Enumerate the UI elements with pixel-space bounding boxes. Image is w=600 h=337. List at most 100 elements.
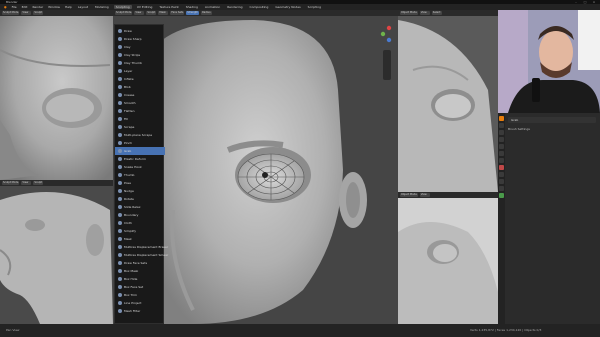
- brush-dropdown-menu[interactable]: Draw Draw Sharp Clay Clay Strips Clay Thumb L…: [114, 24, 168, 324]
- brush-icon: [118, 213, 122, 217]
- tab-shading[interactable]: Shading: [184, 5, 200, 9]
- brush-menu-item-layer[interactable]: Layer: [115, 67, 165, 75]
- brush-menu-item-crease[interactable]: Crease: [115, 91, 165, 99]
- brush-menu-item-label: Line Project: [124, 301, 142, 305]
- brush-icon: [118, 93, 122, 97]
- brush-menu-item-label: Inflate: [124, 77, 134, 81]
- brush-icon: [118, 261, 122, 265]
- brush-menu-item-line-project[interactable]: Line Project: [115, 299, 165, 307]
- tab-scripting[interactable]: Scripting: [306, 5, 323, 9]
- brush-menu-item-label: Flatten: [124, 109, 135, 113]
- brush-menu-item-draw-face-sets[interactable]: Draw Face Sets: [115, 259, 165, 267]
- brush-menu-item-scrape[interactable]: Scrape: [115, 123, 165, 131]
- brush-name-field[interactable]: Grab: [508, 117, 596, 123]
- brush-icon: [118, 125, 122, 129]
- brush-menu-item-thumb[interactable]: Thumb: [115, 171, 165, 179]
- modifier-tab-icon[interactable]: [499, 165, 504, 170]
- brush-menu-item-grab[interactable]: Grab: [115, 147, 165, 155]
- menu-help[interactable]: Help: [64, 5, 73, 9]
- brush-menu-item-multi-plane-scrape[interactable]: Multi-plane Scrape: [115, 131, 165, 139]
- tab-texture-paint[interactable]: Texture Paint: [157, 5, 180, 9]
- brush-menu-item-label: Grab: [124, 149, 132, 153]
- brush-menu-item-multires-displacement-smear[interactable]: Multires Displacement Smear: [115, 251, 168, 259]
- data-tab-icon[interactable]: [499, 193, 504, 198]
- brush-menu-item-draw-sharp[interactable]: Draw Sharp: [115, 35, 165, 43]
- brush-menu-item-rotate[interactable]: Rotate: [115, 195, 165, 203]
- tab-uv-editing[interactable]: UV Editing: [135, 5, 155, 9]
- brush-menu-item-pinch[interactable]: Pinch: [115, 139, 165, 147]
- brush-menu-item-fill[interactable]: Fill: [115, 115, 165, 123]
- brush-menu-item-box-trim[interactable]: Box Trim: [115, 291, 165, 299]
- viewport-right-bottom[interactable]: Object Mode View: [398, 192, 498, 324]
- microphone-icon: [532, 78, 540, 102]
- brush-menu-item-flatten[interactable]: Flatten: [115, 107, 165, 115]
- brush-icon: [118, 237, 122, 241]
- tab-modeling[interactable]: Modeling: [93, 5, 111, 9]
- brush-menu-item-clay-thumb[interactable]: Clay Thumb: [115, 59, 165, 67]
- blender-logo-icon[interactable]: ●: [3, 5, 8, 9]
- brush-icon: [118, 285, 122, 289]
- brush-menu-item-clay-strips[interactable]: Clay Strips: [115, 51, 165, 59]
- physics-tab-icon[interactable]: [499, 179, 504, 184]
- viewport-right-top[interactable]: Object Mode View Select: [398, 10, 498, 192]
- world-tab-icon[interactable]: [499, 151, 504, 156]
- brush-menu-item-label: Slide Relax: [124, 205, 141, 209]
- brush-menu-item-slide-relax[interactable]: Slide Relax: [115, 203, 165, 211]
- tab-rendering[interactable]: Rendering: [225, 5, 244, 9]
- tool-tab-icon[interactable]: [499, 116, 504, 121]
- properties-panel: Grab Brush Settings: [498, 113, 600, 324]
- output-tab-icon[interactable]: [499, 130, 504, 135]
- brush-menu-item-pose[interactable]: Pose: [115, 179, 165, 187]
- viewport-top-left[interactable]: Sculpt Mode View Sculpt: [0, 10, 113, 180]
- brush-menu-item-multires-displacement-eraser[interactable]: Multires Displacement Eraser: [115, 243, 168, 251]
- brush-icon: [118, 301, 122, 305]
- brush-icon: [118, 117, 122, 121]
- brush-icon: [118, 133, 122, 137]
- brush-menu-item-box-face-set[interactable]: Box Face Set: [115, 283, 165, 291]
- tab-animation[interactable]: Animation: [203, 5, 222, 9]
- brush-icon: [118, 293, 122, 297]
- brush-menu-item-blob[interactable]: Blob: [115, 83, 165, 91]
- brush-menu-item-nudge[interactable]: Nudge: [115, 187, 165, 195]
- menu-render[interactable]: Render: [31, 5, 44, 9]
- brush-icon: [118, 173, 122, 177]
- tab-compositing[interactable]: Compositing: [248, 5, 271, 9]
- brush-menu-item-label: Draw: [124, 29, 132, 33]
- object-tab-icon[interactable]: [499, 158, 504, 163]
- brush-cursor: [262, 172, 268, 178]
- constraints-tab-icon[interactable]: [499, 186, 504, 191]
- menu-edit[interactable]: Edit: [21, 5, 29, 9]
- brush-menu-item-label: Draw Sharp: [124, 37, 142, 41]
- brush-menu-item-boundary[interactable]: Boundary: [115, 211, 165, 219]
- eyeball-wireframe: [237, 153, 305, 201]
- brush-menu-item-clay[interactable]: Clay: [115, 43, 165, 51]
- status-left: Pan View: [6, 328, 20, 332]
- brush-menu-item-inflate[interactable]: Inflate: [115, 75, 165, 83]
- brush-menu-item-simplify[interactable]: Simplify: [115, 227, 165, 235]
- brush-icon: [118, 277, 122, 281]
- scene-tab-icon[interactable]: [499, 144, 504, 149]
- brush-menu-item-mesh-filter[interactable]: Mesh Filter: [115, 307, 165, 315]
- tab-sculpting[interactable]: Sculpting: [113, 5, 132, 9]
- render-tab-icon[interactable]: [499, 123, 504, 128]
- brush-menu-item-elastic-deform[interactable]: Elastic Deform: [115, 155, 165, 163]
- viewport-bottom-left[interactable]: Sculpt Mode View Sculpt: [0, 180, 113, 324]
- brush-menu-item-box-hide[interactable]: Box Hide: [115, 275, 165, 283]
- viewport-main[interactable]: Sculpt Mode View Sculpt Mask Face Sets S…: [113, 10, 398, 324]
- view-layer-tab-icon[interactable]: [499, 137, 504, 142]
- brush-menu-item-box-mask[interactable]: Box Mask: [115, 267, 165, 275]
- brush-icon: [118, 245, 122, 249]
- menu-file[interactable]: File: [11, 5, 18, 9]
- brush-menu-item-label: Box Hide: [124, 277, 138, 281]
- tab-geometry-nodes[interactable]: Geometry Nodes: [273, 5, 302, 9]
- menu-window[interactable]: Window: [47, 5, 61, 9]
- brush-menu-item-label: Simplify: [124, 229, 137, 233]
- brush-icon: [118, 269, 122, 273]
- brush-menu-item-cloth[interactable]: Cloth: [115, 219, 165, 227]
- tab-layout[interactable]: Layout: [76, 5, 90, 9]
- brush-menu-item-draw[interactable]: Draw: [115, 27, 165, 35]
- particles-tab-icon[interactable]: [499, 172, 504, 177]
- brush-menu-item-mask[interactable]: Mask: [115, 235, 165, 243]
- brush-menu-item-snake-hook[interactable]: Snake Hook: [115, 163, 165, 171]
- brush-menu-item-smooth[interactable]: Smooth: [115, 99, 165, 107]
